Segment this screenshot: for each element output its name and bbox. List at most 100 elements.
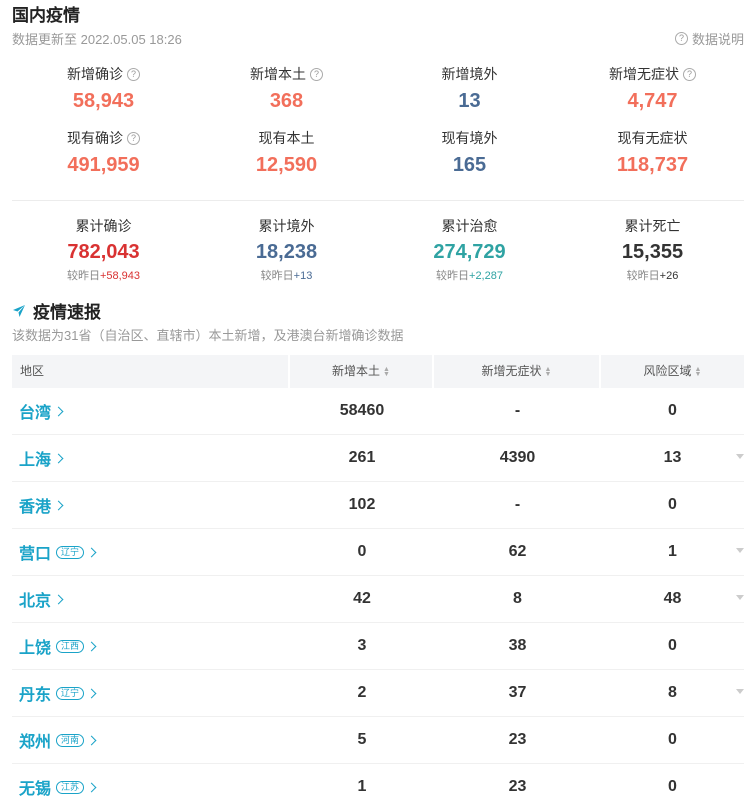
delta-value: +58,943 bbox=[99, 270, 141, 282]
table-header: 地区 新增本土 ▲ ▼ 新增无症状 ▲ ▼ 风险区域 ▲ ▼ bbox=[12, 355, 744, 388]
question-icon[interactable]: ? bbox=[127, 68, 140, 81]
stat-card: 累计境外 18,238 较昨日+13 bbox=[195, 216, 378, 283]
question-icon[interactable]: ? bbox=[127, 132, 140, 145]
local-cell: 58460 bbox=[339, 402, 385, 419]
area-link[interactable]: 上海 bbox=[19, 446, 51, 470]
area-cell[interactable]: 营口 辽宁 bbox=[12, 529, 290, 575]
header-local-sort[interactable]: 新增本土 ▲ ▼ bbox=[290, 355, 434, 388]
chevron-right-icon[interactable] bbox=[86, 688, 97, 698]
stat-delta: 较昨日+26 bbox=[561, 267, 744, 283]
stat-value: 782,043 bbox=[67, 241, 140, 263]
stat-card: 现有无症状 118,737 bbox=[561, 128, 744, 192]
local-cell: 1 bbox=[357, 778, 367, 795]
stat-value: 274,729 bbox=[433, 241, 506, 263]
stat-label: 新增无症状? bbox=[561, 64, 744, 84]
stat-card: 新增无症状? 4,747 bbox=[561, 64, 744, 128]
stat-label: 累计确诊 bbox=[12, 216, 195, 236]
chevron-right-icon[interactable] bbox=[53, 406, 64, 416]
asym-cell: 23 bbox=[508, 731, 527, 748]
stat-label-text: 现有本土 bbox=[258, 130, 315, 146]
data-help-link[interactable]: ? 数据说明 bbox=[674, 29, 744, 48]
asym-cell: 38 bbox=[508, 637, 527, 654]
stat-value: 491,959 bbox=[67, 154, 140, 176]
stat-label: 累计境外 bbox=[195, 216, 378, 236]
area-cell[interactable]: 丹东 辽宁 bbox=[12, 670, 290, 716]
table-row: 上饶 江西 3 38 0 bbox=[12, 623, 744, 670]
local-cell: 3 bbox=[357, 637, 367, 654]
delta-value: +13 bbox=[293, 270, 313, 282]
chevron-right-icon[interactable] bbox=[53, 453, 64, 463]
header-local-label: 新增本土 bbox=[332, 364, 381, 378]
area-link[interactable]: 丹东 bbox=[19, 681, 51, 705]
stat-label-text: 新增境外 bbox=[441, 66, 498, 82]
expand-arrow-icon[interactable] bbox=[736, 595, 744, 600]
stats-row-current: 现有确诊? 491,959 现有本土 12,590 现有境外 165 现有无症状 118,73… bbox=[12, 128, 744, 192]
area-cell[interactable]: 香港 bbox=[12, 482, 290, 528]
table-row[interactable]: 上海 261 4390 13 bbox=[12, 435, 744, 482]
paper-plane-icon bbox=[13, 304, 25, 317]
delta-value: +26 bbox=[659, 270, 679, 282]
header-risk-label: 风险区域 bbox=[643, 364, 692, 378]
asym-cell: - bbox=[514, 402, 521, 419]
sort-icon: ▲ ▼ bbox=[544, 365, 552, 378]
chevron-right-icon[interactable] bbox=[86, 641, 97, 651]
stat-delta: 较昨日+13 bbox=[195, 267, 378, 283]
section-desc: 该数据为31省（自治区、直辖市）本土新增，及港澳台新增确诊数据 bbox=[12, 328, 404, 343]
update-time: 数据更新至 2022.05.05 18:26 bbox=[12, 32, 182, 47]
stat-label: 现有境外 bbox=[378, 128, 561, 148]
area-link[interactable]: 台湾 bbox=[19, 399, 51, 423]
stat-value: 4,747 bbox=[627, 90, 678, 112]
area-cell[interactable]: 上饶 江西 bbox=[12, 623, 290, 669]
area-cell[interactable]: 郑州 河南 bbox=[12, 717, 290, 763]
risk-cell: 13 bbox=[663, 449, 682, 466]
chevron-right-icon[interactable] bbox=[53, 594, 64, 604]
stat-value: 58,943 bbox=[72, 90, 135, 112]
stat-value: 118,737 bbox=[616, 154, 689, 176]
stat-label-text: 现有确诊 bbox=[67, 130, 123, 146]
area-cell[interactable]: 台湾 bbox=[12, 388, 290, 434]
area-cell[interactable]: 无锡 江苏 bbox=[12, 764, 290, 810]
stat-label-text: 累计境外 bbox=[258, 218, 315, 234]
stat-card: 现有境外 165 bbox=[378, 128, 561, 192]
chevron-right-icon[interactable] bbox=[86, 547, 97, 557]
table-row: 台湾 58460 - 0 bbox=[12, 388, 744, 435]
stat-card: 新增境外 13 bbox=[378, 64, 561, 128]
chevron-right-icon[interactable] bbox=[86, 782, 97, 792]
page-header: 国内疫情 数据更新至 2022.05.05 18:26 ? 数据说明 bbox=[12, 0, 744, 50]
expand-arrow-icon[interactable] bbox=[736, 548, 744, 553]
asym-cell: - bbox=[514, 496, 521, 513]
asym-cell: 37 bbox=[508, 684, 527, 701]
data-help-label: 数据说明 bbox=[691, 32, 744, 47]
table-row[interactable]: 营口 辽宁 0 62 1 bbox=[12, 529, 744, 576]
area-cell[interactable]: 上海 bbox=[12, 435, 290, 481]
area-link[interactable]: 上饶 bbox=[19, 634, 51, 658]
risk-cell: 0 bbox=[668, 496, 677, 513]
risk-cell: 0 bbox=[668, 637, 677, 654]
header-asym-sort[interactable]: 新增无症状 ▲ ▼ bbox=[434, 355, 601, 388]
asym-cell: 62 bbox=[508, 543, 527, 560]
table-row[interactable]: 丹东 辽宁 2 37 8 bbox=[12, 670, 744, 717]
expand-arrow-icon[interactable] bbox=[736, 454, 744, 459]
delta-label: 较昨日 bbox=[436, 270, 470, 282]
divider bbox=[12, 200, 744, 201]
stat-value: 13 bbox=[458, 90, 481, 112]
table-row[interactable]: 北京 42 8 48 bbox=[12, 576, 744, 623]
area-cell[interactable]: 北京 bbox=[12, 576, 290, 622]
area-link[interactable]: 香港 bbox=[19, 493, 51, 517]
risk-cell: 8 bbox=[668, 684, 677, 701]
chevron-right-icon[interactable] bbox=[53, 500, 64, 510]
stat-card: 新增本土? 368 bbox=[195, 64, 378, 128]
question-icon[interactable]: ? bbox=[310, 68, 323, 81]
chevron-right-icon[interactable] bbox=[86, 735, 97, 745]
area-link[interactable]: 营口 bbox=[19, 540, 51, 564]
stat-card: 累计确诊 782,043 较昨日+58,943 bbox=[12, 216, 195, 283]
area-link[interactable]: 北京 bbox=[19, 587, 51, 611]
province-tag: 江苏 bbox=[56, 780, 85, 794]
area-link[interactable]: 无锡 bbox=[19, 775, 51, 799]
local-cell: 5 bbox=[357, 731, 367, 748]
expand-arrow-icon[interactable] bbox=[736, 689, 744, 694]
stat-card: 新增确诊? 58,943 bbox=[12, 64, 195, 128]
header-risk-sort[interactable]: 风险区域 ▲ ▼ bbox=[601, 355, 744, 388]
area-link[interactable]: 郑州 bbox=[19, 728, 51, 752]
question-icon[interactable]: ? bbox=[683, 68, 696, 81]
